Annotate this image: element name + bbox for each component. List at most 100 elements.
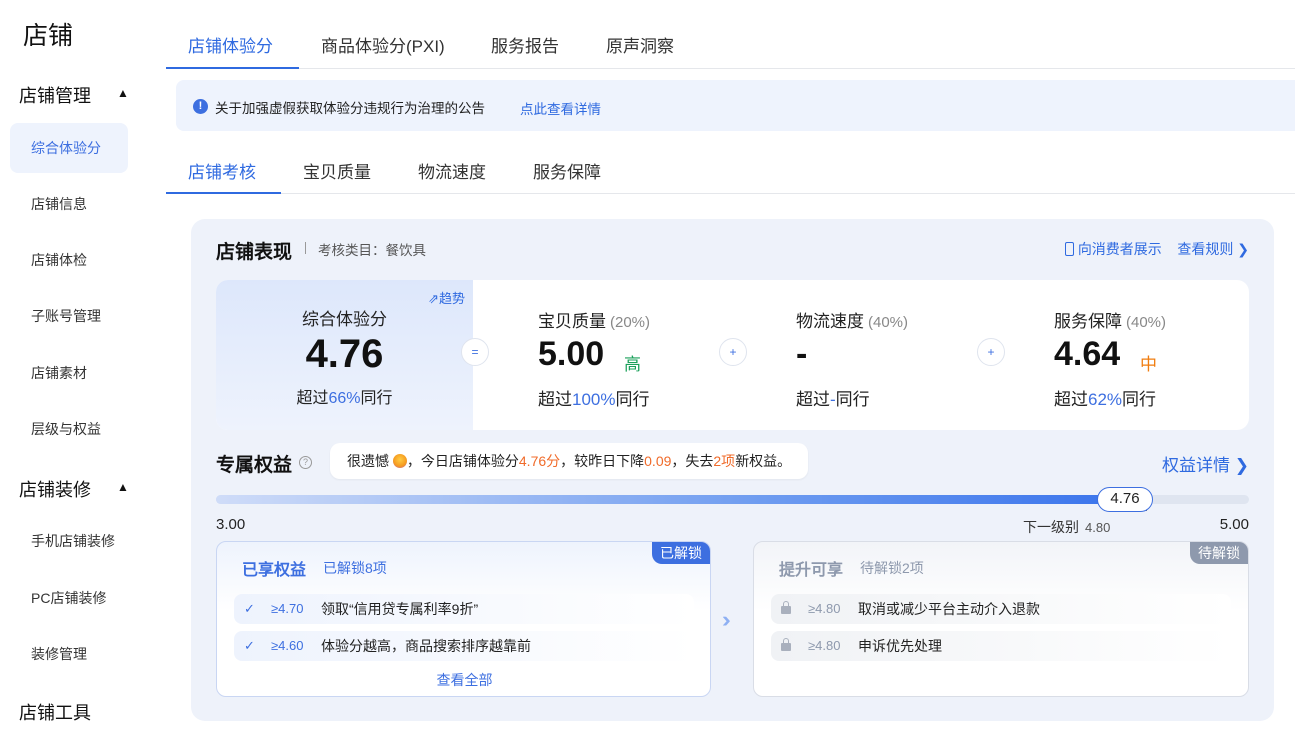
score-progress-track: 4.76 — [216, 487, 1249, 512]
metric-percentile: 超过100%同行 — [538, 385, 649, 410]
sidebar-item-pc-decoration[interactable]: PC店铺装修 — [10, 573, 128, 623]
plus-icon: + — [719, 338, 747, 366]
performance-title: 店铺表现 — [216, 242, 293, 263]
sidebar-item-store-info[interactable]: 店铺信息 — [10, 179, 128, 229]
tab-service-report[interactable]: 服务报告 — [491, 32, 559, 57]
assessment-category: 考核类目：餐饮具 — [318, 243, 426, 258]
bubble-drop: 0.09 — [644, 453, 672, 469]
percentile-prefix: 超过 — [796, 390, 830, 409]
metric-value: 4.64 — [1054, 335, 1121, 373]
bubble-score: 4.76分 — [518, 453, 561, 469]
bubble-text: 新权益。 — [735, 453, 792, 469]
benefit-threshold: ≥4.60 — [271, 638, 304, 653]
lock-icon — [781, 594, 791, 624]
store-performance-panel: 店铺表现 考核类目：餐饮具 向消费者展示 查看规则 ❯ ⇗趋势 综合体验分 4.… — [191, 219, 1274, 721]
sidebar-item-overall-score[interactable]: 综合体验分 — [10, 123, 128, 173]
progress-max-label: 5.00 — [1219, 516, 1249, 533]
metric-name: 物流速度 — [796, 312, 864, 331]
metric-name: 宝贝质量 — [538, 312, 606, 331]
notice-text: 关于加强虚假获取体验分违规行为治理的公告 — [215, 101, 485, 116]
show-to-consumers-link[interactable]: 向消费者展示 — [1064, 241, 1162, 257]
tab-store-assessment[interactable]: 店铺考核 — [188, 158, 256, 183]
metric-name: 服务保障 — [1054, 312, 1122, 331]
bubble-text: ，今日店铺体验分 — [406, 453, 519, 469]
sidebar-item-decoration-management[interactable]: 装修管理 — [10, 629, 128, 679]
bubble-lost-count: 2项 — [713, 453, 736, 469]
benefit-threshold: ≥4.80 — [808, 638, 841, 653]
top-tab-bar: 店铺体验分 商品体验分(PXI) 服务报告 原声洞察 — [166, 22, 1295, 69]
sidebar-item-store-assets[interactable]: 店铺素材 — [10, 348, 128, 398]
metric-value: 5.00 — [538, 335, 605, 373]
sidebar-title: 店铺 — [23, 22, 74, 50]
lock-icon — [781, 631, 791, 661]
sidebar-group-label: 店铺装修 — [19, 480, 91, 500]
info-icon: ! — [193, 99, 208, 114]
tab-store-experience-score[interactable]: 店铺体验分 — [188, 32, 273, 57]
benefit-threshold: ≥4.70 — [271, 601, 304, 616]
metric-label: 宝贝质量 (20%) — [538, 307, 650, 332]
show-to-consumers-label: 向消费者展示 — [1077, 241, 1162, 257]
notice-details-link[interactable]: 点此查看详情 — [520, 98, 601, 118]
percentile-prefix: 超过 — [1054, 390, 1088, 409]
chevron-up-icon: ▲ — [117, 86, 129, 100]
sidebar-item-levels-benefits[interactable]: 层级与权益 — [10, 404, 128, 454]
sidebar-group-store-tools[interactable]: 店铺工具 — [19, 699, 91, 725]
metric-weight: (40%) — [1126, 314, 1167, 331]
tab-product-experience-score[interactable]: 商品体验分(PXI) — [321, 32, 445, 57]
unlocked-title: 已享权益 — [242, 562, 307, 579]
unlocked-count: 已解锁8项 — [323, 560, 387, 576]
benefits-message-bubble: 很遗憾 ，今日店铺体验分4.76分，较昨日下降0.09，失去2项新权益。 — [330, 443, 809, 479]
metric-label: 服务保障 (40%) — [1054, 307, 1166, 332]
percentile-value: 62% — [1088, 390, 1123, 409]
benefit-row: ✓ ≥4.60 体验分越高，商品搜索排序越靠前 — [234, 631, 694, 661]
sidebar-item-store-checkup[interactable]: 店铺体检 — [10, 235, 128, 285]
bubble-text: 很遗憾 — [347, 453, 389, 469]
metric-value: - — [796, 335, 808, 373]
sidebar-group-store-decoration[interactable]: 店铺装修 ▲ — [19, 476, 129, 502]
benefits-title: 专属权益 — [216, 455, 293, 476]
unlocked-tag: 已解锁 — [652, 542, 710, 564]
percentile-suffix: 同行 — [1122, 390, 1157, 409]
overall-score-value: 4.76 — [305, 332, 384, 376]
active-tab-indicator — [166, 67, 299, 69]
sidebar-group-store-management[interactable]: 店铺管理 ▲ — [19, 82, 129, 108]
tab-service-guarantee[interactable]: 服务保障 — [533, 158, 601, 183]
sidebar-item-subaccounts[interactable]: 子账号管理 — [10, 291, 128, 341]
tab-item-quality[interactable]: 宝贝质量 — [303, 158, 371, 183]
metric-percentile: 超过-同行 — [796, 385, 870, 410]
sidebar-item-mobile-decoration[interactable]: 手机店铺装修 — [10, 516, 128, 566]
double-chevron-right-icon: ›› — [722, 607, 730, 632]
view-all-link[interactable]: 查看全部 — [217, 670, 710, 690]
tab-voice-insight[interactable]: 原声洞察 — [606, 32, 674, 57]
benefits-details-link[interactable]: 权益详情 ❯ — [1162, 451, 1249, 476]
benefit-row: ≥4.80 申诉优先处理 — [771, 631, 1231, 661]
current-score-thumb: 4.76 — [1097, 487, 1154, 512]
percentile-suffix: 同行 — [835, 390, 870, 409]
percentile-prefix: 超过 — [296, 390, 329, 407]
benefit-text: 取消或减少平台主动介入退款 — [858, 601, 1040, 617]
unlocked-benefits-card: 已解锁 已享权益 已解锁8项 ✓ ≥4.70 领取“信用贷专属利率9折” ✓ ≥… — [216, 541, 711, 697]
sidebar-group-label: 店铺工具 — [19, 703, 91, 723]
percentile-value: 66% — [328, 390, 361, 407]
help-icon[interactable]: ? — [299, 456, 312, 469]
sad-emoji-icon — [392, 454, 407, 468]
next-level-value: 4.80 — [1085, 520, 1111, 535]
plus-icon: + — [977, 338, 1005, 366]
tab-logistics-speed[interactable]: 物流速度 — [418, 158, 486, 183]
view-rules-link[interactable]: 查看规则 ❯ — [1177, 241, 1249, 257]
bubble-text: ，失去 — [671, 453, 714, 469]
chevron-up-icon: ▲ — [117, 480, 129, 494]
metric-weight: (40%) — [868, 314, 909, 331]
next-level-text: 下一级别 — [1023, 519, 1079, 535]
percentile-suffix: 同行 — [615, 390, 650, 409]
performance-links: 向消费者展示 查看规则 ❯ — [1064, 239, 1249, 259]
metric-level-badge: 高 — [624, 355, 641, 374]
trend-icon: ⇗ — [428, 291, 439, 306]
score-cards: ⇗趋势 综合体验分 4.76 超过66%同行 = 宝贝质量 (20%) 5.00 … — [216, 280, 1249, 430]
overall-score-label: 综合体验分 — [302, 310, 387, 329]
benefit-text: 领取“信用贷专属利率9折” — [321, 601, 479, 617]
locked-title: 提升可享 — [779, 562, 844, 579]
progress-min-label: 3.00 — [216, 516, 246, 533]
metric-weight: (20%) — [610, 314, 651, 331]
next-level-label: 下一级别 4.80 — [1023, 517, 1110, 537]
